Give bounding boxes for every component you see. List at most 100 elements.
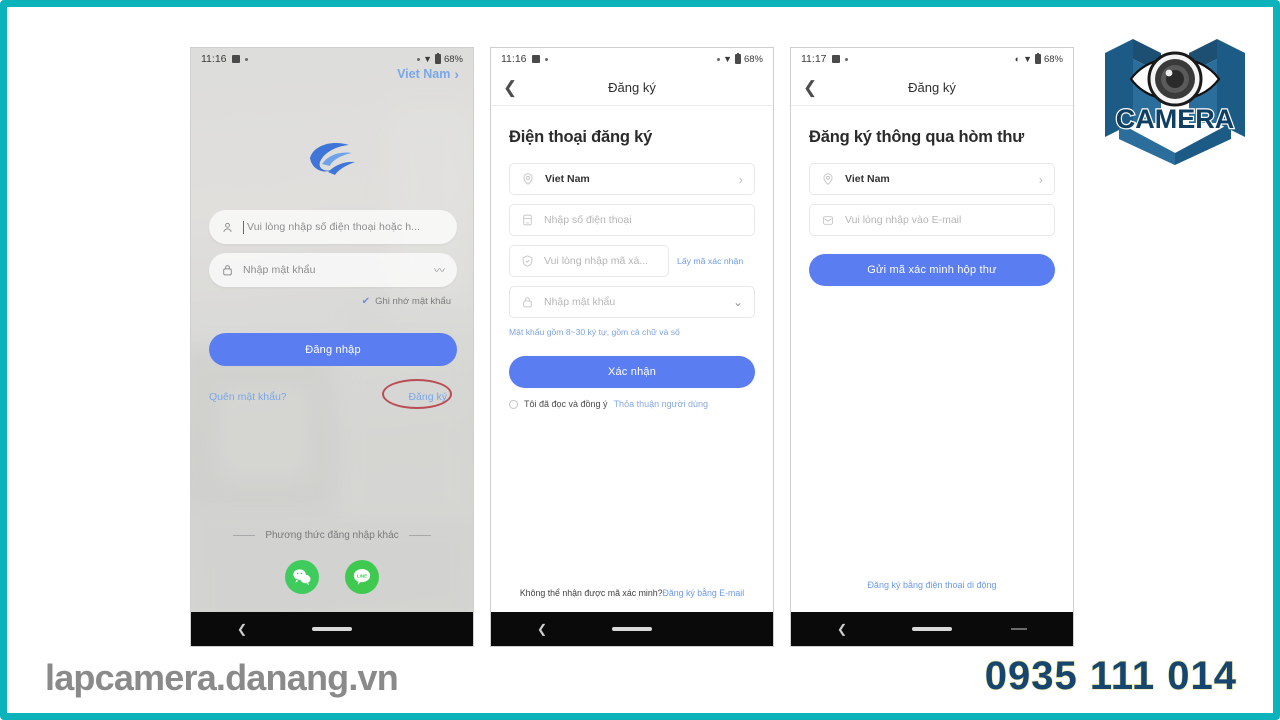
register-email-screen: 11:17 ◐ ▼ 68% ❮ Đăng ký Đăng ký thông qu…: [791, 48, 1073, 612]
agreement-checkbox[interactable]: [509, 399, 518, 409]
login-screen: 11:16 ▼ 68% Viet Nam › Vui lòng nhập số …: [191, 48, 473, 612]
screenshot-icon: [231, 55, 240, 63]
phone-mockup-register-phone: 11:16 ▼ 68% ❮ Đăng ký Điện thoại đăng ký…: [490, 47, 774, 647]
page-title: Điện thoại đăng ký: [509, 128, 653, 146]
camera-brand-logo: CAMERA: [1105, 39, 1245, 165]
screenshot-icon: [531, 55, 540, 63]
text-caret: [243, 220, 244, 234]
wifi-icon: ▼: [423, 54, 432, 64]
notification-dot-icon: [544, 57, 548, 61]
line-icon: LINE: [353, 569, 371, 585]
country-label: Viet Nam: [397, 67, 451, 81]
battery-percent: 68%: [1043, 53, 1063, 65]
battery-percent: 68%: [743, 53, 763, 65]
eye-status-icon: ◐: [1014, 54, 1021, 64]
confirm-button[interactable]: Xác nhận: [509, 356, 755, 389]
remember-password-checkbox[interactable]: ✔ Ghi nhớ mật khẩu: [362, 296, 451, 307]
screenshot-icon: [831, 55, 840, 63]
status-time: 11:16: [501, 53, 527, 65]
status-dot-icon: [717, 57, 721, 61]
register-by-phone-link[interactable]: Đăng ký bằng điện thoại di động: [809, 580, 1055, 590]
cannot-receive-code-text: Không thể nhận được mã xác minh?: [519, 587, 663, 598]
phone-mockup-register-email: 11:17 ◐ ▼ 68% ❮ Đăng ký Đăng ký thông qu…: [790, 47, 1074, 647]
phone-number-input[interactable]: Nhập số điện thoại: [509, 204, 755, 236]
page-title: Đăng ký thông qua hòm thư: [809, 128, 1025, 146]
social-login-row: LINE: [191, 560, 473, 594]
lock-icon: [223, 265, 232, 276]
other-login-text: Phương thức đăng nhập khác: [265, 530, 399, 541]
user-icon: [223, 222, 232, 232]
country-value: Viet Nam: [845, 173, 890, 185]
agreement-text: Tôi đã đọc và đồng ý: [524, 399, 608, 410]
chevron-right-icon: ›: [454, 66, 459, 82]
footer-website: lapcamera.danang.vn: [45, 657, 399, 698]
terms-agreement-row[interactable]: Tôi đã đọc và đồng ý Thỏa thuận người dùn…: [509, 399, 755, 409]
eye-toggle-icon[interactable]: ⌄: [733, 295, 743, 309]
country-value: Viet Nam: [545, 173, 590, 185]
divider-line: [408, 535, 431, 536]
password-hint: Mật khẩu gồm 8~30 ký tự, gồm cả chữ và s…: [509, 327, 680, 337]
poster-canvas: 11:16 ▼ 68% Viet Nam › Vui lòng nhập số …: [0, 0, 1280, 720]
login-button-label: Đăng nhập: [305, 343, 361, 356]
other-login-methods-label: Phương thức đăng nhập khác: [191, 530, 473, 541]
back-nav-icon[interactable]: ❮: [237, 622, 247, 636]
status-bar: 11:16 ▼ 68%: [491, 48, 773, 70]
cannot-receive-code-note: Không thể nhận được mã xác minh?Đăng ký …: [509, 587, 755, 600]
register-link-wrapper[interactable]: Đăng ký: [382, 379, 457, 409]
annotation-ellipse: [382, 379, 453, 409]
country-selector-link[interactable]: Viet Nam ›: [397, 66, 459, 82]
wechat-login-button[interactable]: [285, 560, 319, 594]
country-selector-field[interactable]: Viet Nam ›: [509, 163, 755, 195]
mail-icon: [821, 214, 835, 227]
location-pin-icon: [821, 172, 835, 186]
recents-nav-icon[interactable]: [1011, 628, 1027, 630]
country-selector-field[interactable]: Viet Nam ›: [809, 163, 1055, 195]
status-bar: 11:17 ◐ ▼ 68%: [791, 48, 1073, 70]
home-gesture-pill[interactable]: [312, 627, 352, 631]
password-placeholder: Nhập mật khẩu: [544, 296, 616, 308]
login-links-row: Quên mật khẩu? Đăng ký: [209, 379, 457, 409]
lock-icon: [521, 295, 534, 309]
register-phone-screen: 11:16 ▼ 68% ❮ Đăng ký Điện thoại đăng ký…: [491, 48, 773, 612]
user-agreement-link[interactable]: Thỏa thuận người dùng: [614, 399, 709, 409]
back-nav-icon[interactable]: ❮: [537, 622, 547, 636]
verification-code-row: Vui lòng nhập mã xá... Lấy mã xác nhận: [509, 245, 755, 277]
home-gesture-pill[interactable]: [912, 627, 952, 631]
remember-password-label: Ghi nhớ mật khẩu: [375, 296, 451, 307]
eye-toggle-icon[interactable]: 〰: [434, 262, 445, 278]
send-verification-button[interactable]: Gửi mã xác minh hộp thư: [809, 254, 1055, 286]
status-time: 11:16: [201, 53, 227, 65]
username-input[interactable]: Vui lòng nhập số điện thoại hoặc h...: [209, 210, 457, 244]
battery-percent: 68%: [443, 53, 463, 65]
chevron-right-icon: ›: [738, 171, 743, 187]
back-nav-icon[interactable]: ❮: [837, 622, 847, 636]
location-pin-icon: [521, 172, 535, 186]
line-login-button[interactable]: LINE: [345, 560, 379, 594]
battery-icon: [734, 53, 741, 64]
home-gesture-pill[interactable]: [612, 627, 652, 631]
status-dot-icon: [417, 57, 421, 61]
password-placeholder: Nhập mật khẩu: [243, 264, 316, 276]
get-verification-code-link[interactable]: Lấy mã xác nhận: [677, 256, 743, 266]
password-input[interactable]: Nhập mật khẩu ⌄: [509, 286, 755, 318]
verification-code-input[interactable]: Vui lòng nhập mã xá...: [509, 245, 669, 277]
phone-mockup-login: 11:16 ▼ 68% Viet Nam › Vui lòng nhập số …: [190, 47, 474, 647]
wifi-icon: ▼: [723, 54, 732, 64]
divider-line: [233, 535, 256, 536]
login-button[interactable]: Đăng nhập: [209, 333, 457, 366]
battery-icon: [1034, 53, 1041, 64]
send-verification-button-label: Gửi mã xác minh hộp thư: [867, 264, 997, 276]
register-by-email-link[interactable]: Đăng ký bằng E-mail: [663, 588, 745, 598]
svg-text:LINE: LINE: [357, 573, 367, 578]
check-icon: ✔: [361, 296, 371, 307]
email-input[interactable]: Vui lòng nhập vào E-mail: [809, 204, 1055, 236]
android-nav-bar: ❮: [191, 612, 473, 646]
android-nav-bar: ❮: [791, 612, 1073, 646]
password-input[interactable]: Nhập mật khẩu 〰: [209, 253, 457, 287]
forgot-password-link[interactable]: Quên mật khẩu?: [209, 391, 287, 403]
chevron-right-icon: ›: [1038, 171, 1043, 187]
app-logo-icon: [310, 142, 355, 175]
verification-code-placeholder: Vui lòng nhập mã xá...: [544, 255, 649, 267]
username-placeholder: Vui lòng nhập số điện thoại hoặc h...: [247, 221, 421, 233]
battery-icon: [434, 53, 441, 64]
